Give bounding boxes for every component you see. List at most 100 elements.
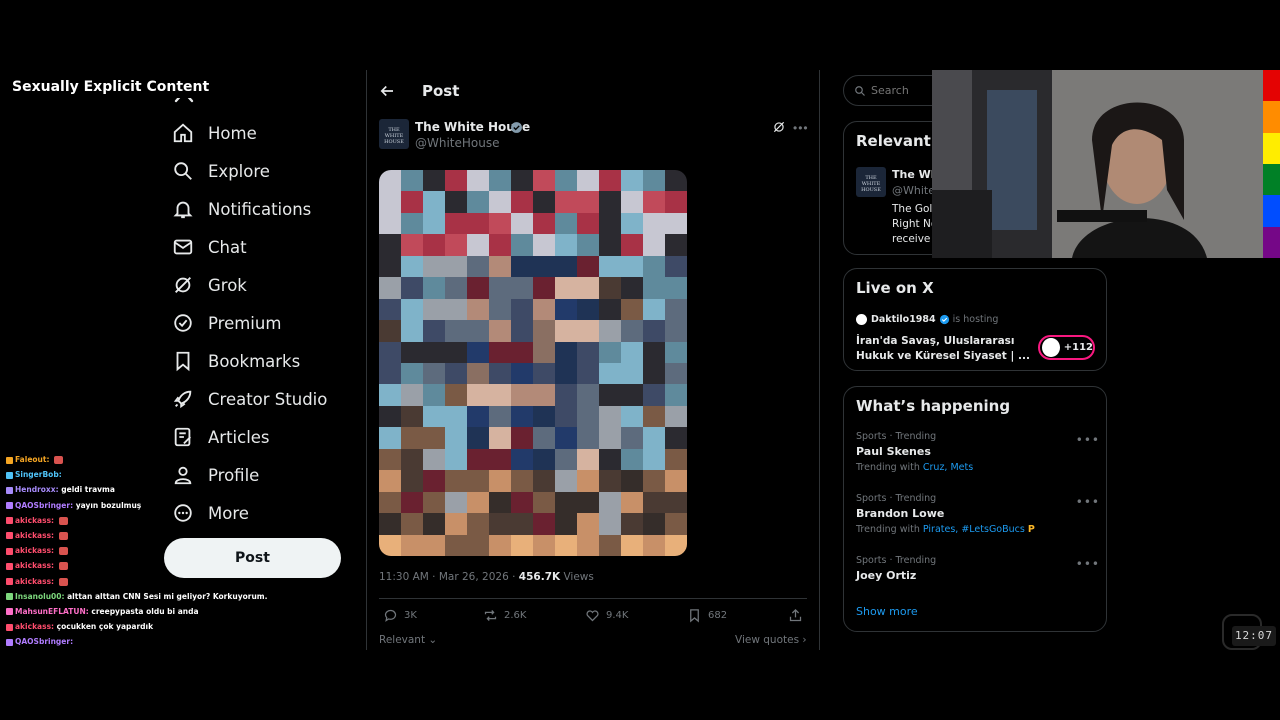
chat-message: akickass: <box>6 513 306 528</box>
media-pixel <box>555 513 577 535</box>
media-pixel <box>621 470 643 492</box>
media-pixel <box>489 363 511 385</box>
media-pixel <box>577 405 599 428</box>
post-media-pixelated[interactable] <box>379 170 687 556</box>
nav-label-chat: Chat <box>208 237 247 257</box>
media-pixel <box>511 341 533 363</box>
media-pixel <box>577 427 599 449</box>
grok-explain-icon[interactable] <box>772 120 786 134</box>
media-pixel <box>577 534 599 556</box>
media-pixel <box>445 341 467 363</box>
media-pixel <box>379 298 401 321</box>
media-pixel <box>489 320 511 342</box>
media-pixel <box>555 234 577 256</box>
search-icon <box>855 85 865 96</box>
bookmark-button[interactable]: 682 <box>687 608 727 623</box>
media-pixel <box>665 298 687 321</box>
space-title[interactable]: İran'da Savaş, Uluslararası Hukuk ve Kür… <box>856 334 1036 364</box>
listener-count: +112 <box>1063 342 1093 353</box>
back-arrow-icon[interactable] <box>378 82 396 100</box>
search-input[interactable] <box>871 84 941 97</box>
trend-item[interactable]: Sports · Trending Joey Ortiz ••• <box>856 555 1099 582</box>
media-pixel <box>599 255 621 278</box>
media-pixel <box>379 513 401 535</box>
repost-button[interactable]: 2.6K <box>483 608 526 623</box>
reply-count: 3K <box>404 610 417 621</box>
reply-button[interactable]: 3K <box>383 608 417 623</box>
media-pixel <box>643 384 665 406</box>
view-quotes-link[interactable]: View quotes › <box>735 634 807 646</box>
nav-item-home[interactable]: Home <box>164 114 354 152</box>
post-more-icon[interactable]: ••• <box>793 122 809 134</box>
media-pixel <box>599 191 621 213</box>
media-pixel <box>577 491 599 514</box>
chat-username: SingerBob: <box>15 470 62 480</box>
relevant-handle[interactable]: @White <box>892 184 935 197</box>
author-handle[interactable]: @WhiteHouse <box>415 136 500 150</box>
nav-item-grok[interactable]: Grok <box>164 266 354 304</box>
media-pixel <box>665 277 687 299</box>
media-pixel <box>401 341 423 363</box>
media-pixel <box>489 448 511 471</box>
share-button[interactable] <box>788 608 809 623</box>
author-avatar[interactable]: THE WHITE HOUSE <box>379 119 409 149</box>
show-more-link[interactable]: Show more <box>856 605 918 618</box>
chat-message: Faleout: <box>6 452 306 467</box>
trend-item[interactable]: Sports · Trending Brandon Lowe Trending … <box>856 493 1099 535</box>
media-pixel <box>489 170 511 192</box>
page-title: Post <box>422 82 460 100</box>
chat-badge-icon <box>6 471 13 479</box>
trend-more-icon[interactable]: ••• <box>1076 433 1100 447</box>
media-pixel <box>379 470 401 492</box>
media-pixel <box>423 427 445 449</box>
trend-item[interactable]: Sports · Trending Paul Skenes Trending w… <box>856 431 1099 473</box>
chat-username: akickass: <box>15 622 55 632</box>
media-pixel <box>423 170 445 192</box>
live-title: Live on X <box>856 279 934 297</box>
column-divider-right <box>819 70 820 650</box>
media-pixel <box>423 320 445 342</box>
trend-with-links[interactable]: Pirates, #LetsGoBucs <box>923 524 1025 535</box>
media-pixel <box>401 363 423 385</box>
chat-message: MahsunEFLATUN: creepypasta oldu bi anda <box>6 604 306 619</box>
chat-message: akickass: <box>6 528 306 543</box>
live-host-row[interactable]: Daktilo1984 is hosting <box>856 314 998 325</box>
nav-item-bookmarks[interactable]: Bookmarks <box>164 342 354 380</box>
nav-item-explore[interactable]: Explore <box>164 152 354 190</box>
media-pixel <box>489 234 511 256</box>
media-pixel <box>665 513 687 535</box>
trend-more-icon[interactable]: ••• <box>1076 495 1100 509</box>
media-pixel <box>621 212 643 235</box>
reply-sort-dropdown[interactable]: Relevant ⌄ <box>379 634 437 646</box>
media-pixel <box>533 212 555 235</box>
repost-count: 2.6K <box>504 610 527 621</box>
like-button[interactable]: 9.4K <box>585 608 628 623</box>
media-pixel <box>643 534 665 556</box>
media-pixel <box>533 320 555 342</box>
nav-item-chat[interactable]: Chat <box>164 228 354 266</box>
nav-item-creator-studio[interactable]: Creator Studio <box>164 380 354 418</box>
media-pixel <box>533 234 555 256</box>
nav-item-notifications[interactable]: Notifications <box>164 190 354 228</box>
bookmark-icon <box>690 609 699 623</box>
nav-item-articles[interactable]: Articles <box>164 418 354 456</box>
media-pixel <box>533 341 555 363</box>
nav-item-premium[interactable]: Premium <box>164 304 354 342</box>
stream-clock: 12:07 <box>1232 626 1276 646</box>
trend-with-links[interactable]: Cruz, Mets <box>923 462 973 473</box>
media-pixel <box>665 170 687 192</box>
listeners-pill[interactable]: +112 <box>1038 335 1095 360</box>
media-pixel <box>489 341 511 363</box>
relevant-avatar[interactable]: THE WHITE HOUSE <box>856 167 886 197</box>
media-pixel <box>643 513 665 535</box>
media-pixel <box>401 534 423 556</box>
media-pixel <box>379 255 401 278</box>
nav-label-creator-studio: Creator Studio <box>208 389 328 409</box>
chat-badge-icon <box>6 638 13 646</box>
media-pixel <box>577 255 599 278</box>
media-pixel <box>621 170 643 192</box>
media-pixel <box>489 534 511 556</box>
trend-more-icon[interactable]: ••• <box>1076 557 1100 571</box>
media-pixel <box>533 170 555 192</box>
mail-icon <box>173 239 193 255</box>
